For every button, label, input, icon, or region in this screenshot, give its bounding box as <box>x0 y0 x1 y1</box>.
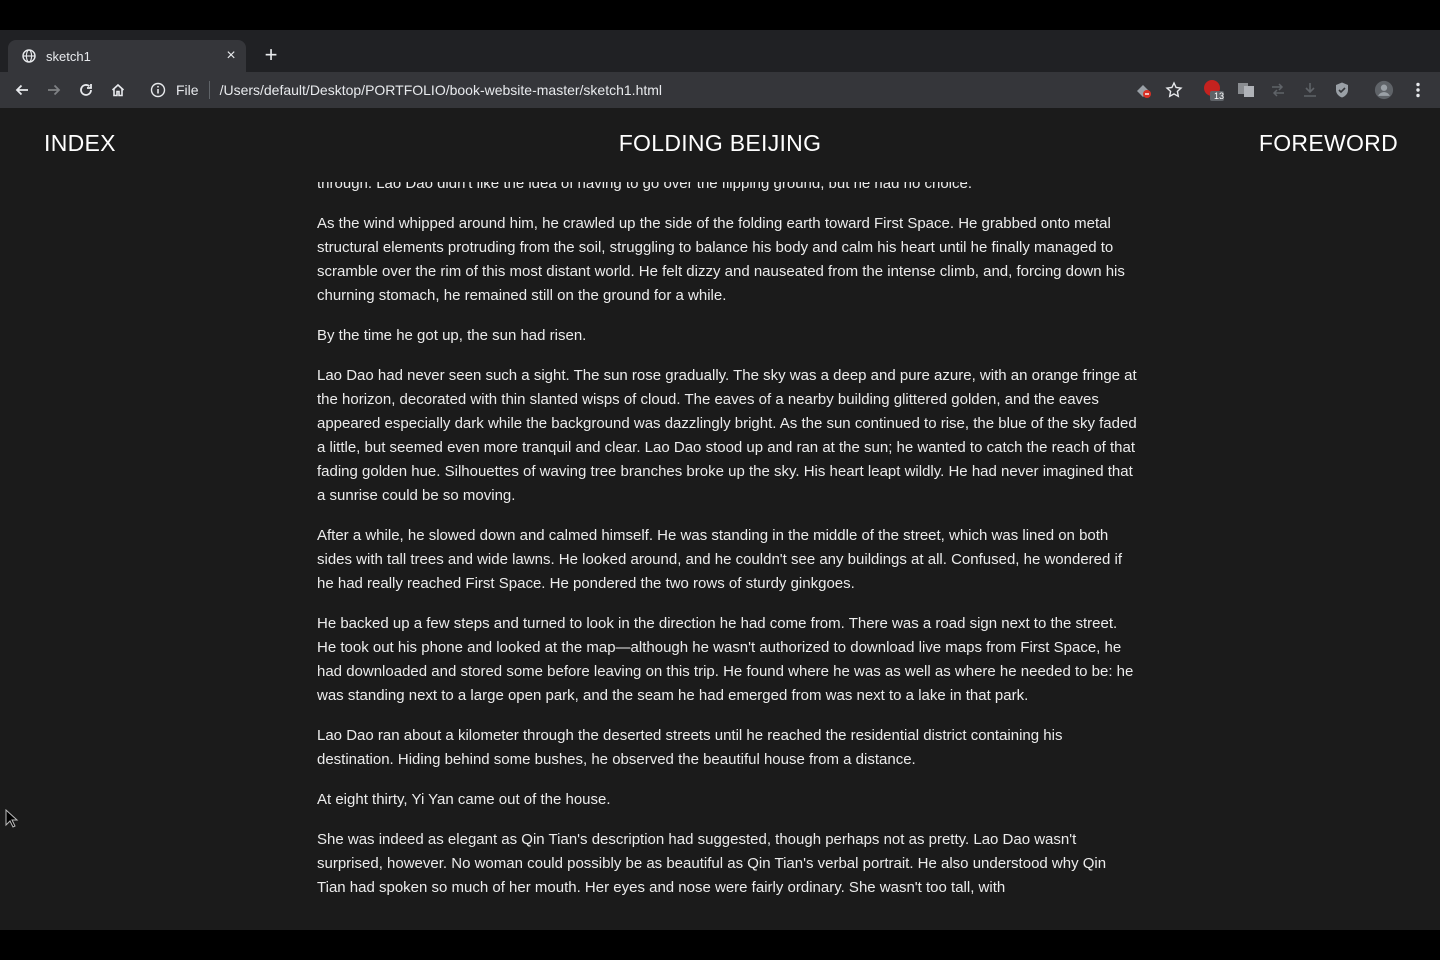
story-paragraph: At eight thirty, Yi Yan came out of the … <box>317 791 611 808</box>
browser-toolbar: File /Users/default/Desktop/PORTFOLIO/bo… <box>0 72 1440 108</box>
tab-strip: sketch1 × + <box>0 30 1440 72</box>
translate-blocked-icon[interactable] <box>1133 80 1153 100</box>
web-page: INDEX FOLDING BEIJING FOREWORD through. … <box>0 108 1440 930</box>
translate-extension-icon[interactable] <box>1236 80 1256 100</box>
omnibox-divider <box>208 81 210 99</box>
shield-extension-icon[interactable] <box>1332 80 1352 100</box>
story-paragraph: He backed up a few steps and turned to l… <box>317 615 1134 704</box>
story-paragraph: After a while, he slowed down and calmed… <box>317 527 1123 592</box>
story-paragraph: Lao Dao ran about a kilometer through th… <box>317 727 1063 768</box>
scheme-label: File <box>176 82 199 98</box>
mouse-cursor-icon <box>5 809 19 828</box>
extension-badge: 13 <box>1214 91 1225 101</box>
reload-icon[interactable] <box>74 78 98 102</box>
book-title: FOLDING BEIJING <box>618 130 822 156</box>
screen-bottom-bar <box>0 930 1440 960</box>
forward-icon[interactable] <box>42 78 66 102</box>
tab-title: sketch1 <box>46 48 91 64</box>
new-tab-button[interactable]: + <box>258 42 284 68</box>
story-paragraph: As the wind whipped around him, he crawl… <box>317 215 1125 304</box>
browser-tab[interactable]: sketch1 × <box>8 40 246 72</box>
menu-kebab-icon[interactable] <box>1408 80 1428 100</box>
story-paragraph: Lao Dao had never seen such a sight. The… <box>317 367 1137 504</box>
bookmark-star-icon[interactable] <box>1164 80 1184 100</box>
story-text: through. Lao Dao didn't like the idea of… <box>317 182 1137 930</box>
app-extension-icon[interactable]: 13 <box>1204 80 1225 101</box>
address-bar[interactable]: File /Users/default/Desktop/PORTFOLIO/bo… <box>142 75 1162 105</box>
url-text[interactable]: /Users/default/Desktop/PORTFOLIO/book-we… <box>220 82 662 98</box>
info-icon[interactable] <box>150 82 166 98</box>
story-paragraph: She was indeed as elegant as Qin Tian's … <box>317 831 1107 896</box>
foreword-link[interactable]: FOREWORD <box>1259 130 1398 157</box>
back-icon[interactable] <box>10 78 34 102</box>
profile-avatar-icon[interactable] <box>1374 80 1394 100</box>
arrows-extension-icon[interactable] <box>1268 80 1288 100</box>
home-icon[interactable] <box>106 78 130 102</box>
download-extension-icon[interactable] <box>1300 80 1320 100</box>
story-paragraph: By the time he got up, the sun had risen… <box>317 327 587 344</box>
story-paragraph: through. Lao Dao didn't like the idea of… <box>317 182 972 192</box>
screen-top-bar <box>0 0 1440 30</box>
globe-icon <box>22 49 36 63</box>
close-tab-icon[interactable]: × <box>220 47 242 65</box>
